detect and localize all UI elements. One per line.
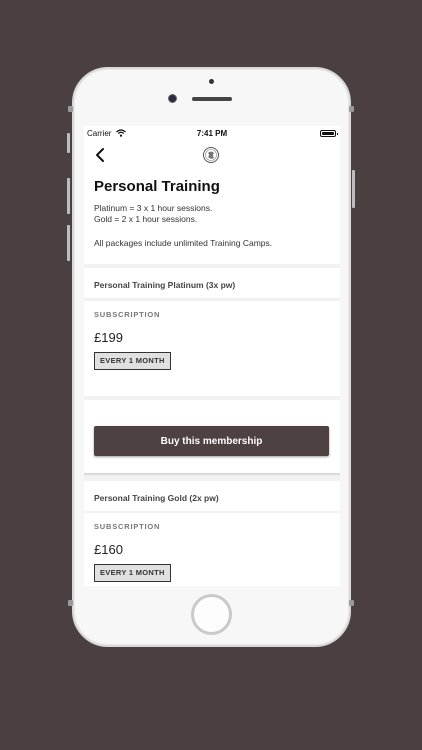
- plan-card: SUBSCRIPTION £160 EVERY 1 MONTH: [84, 513, 340, 586]
- proximity-sensor: [209, 79, 214, 84]
- battery-icon: [320, 130, 338, 137]
- intro-card: Personal Training Platinum = 3 x 1 hour …: [84, 172, 340, 264]
- plan-card: SUBSCRIPTION £199 EVERY 1 MONTH: [84, 301, 340, 396]
- status-bar: Carrier 7:41 PM: [84, 126, 340, 142]
- home-button[interactable]: [191, 594, 232, 635]
- plan-title: Personal Training Gold (2x pw): [84, 481, 340, 511]
- frame-edge-mark: [349, 600, 354, 606]
- subscription-label: SUBSCRIPTION: [94, 522, 161, 531]
- plan-actions: Buy this membership: [84, 400, 340, 473]
- front-camera: [168, 94, 177, 103]
- section-divider: [84, 473, 340, 476]
- app-screen: Carrier 7:41 PM Personal Training Platin…: [84, 126, 340, 586]
- subscription-label: SUBSCRIPTION: [94, 310, 161, 319]
- status-time: 7:41 PM: [196, 129, 228, 138]
- power-button: [352, 170, 355, 208]
- description-line: Gold = 2 x 1 hour sessions.: [94, 214, 198, 224]
- volume-down-button: [67, 225, 70, 261]
- frame-edge-mark: [68, 106, 73, 112]
- price-label: £160: [94, 542, 123, 557]
- billing-period-badge: EVERY 1 MONTH: [94, 564, 171, 582]
- earpiece-speaker: [192, 97, 232, 101]
- frame-edge-mark: [349, 106, 354, 112]
- description-line: Platinum = 3 x 1 hour sessions.: [94, 203, 213, 213]
- club-logo-icon: [203, 147, 219, 163]
- billing-period-badge: EVERY 1 MONTH: [94, 352, 171, 370]
- page-title: Personal Training: [94, 178, 220, 195]
- back-chevron-icon[interactable]: [94, 147, 108, 163]
- buy-membership-button[interactable]: Buy this membership: [94, 426, 329, 456]
- frame-edge-mark: [68, 600, 73, 606]
- description-line: All packages include unlimited Training …: [94, 238, 273, 248]
- mute-switch: [67, 133, 70, 153]
- price-label: £199: [94, 330, 123, 345]
- plan-title: Personal Training Platinum (3x pw): [84, 268, 340, 298]
- nav-bar: [84, 142, 340, 172]
- volume-up-button: [67, 178, 70, 214]
